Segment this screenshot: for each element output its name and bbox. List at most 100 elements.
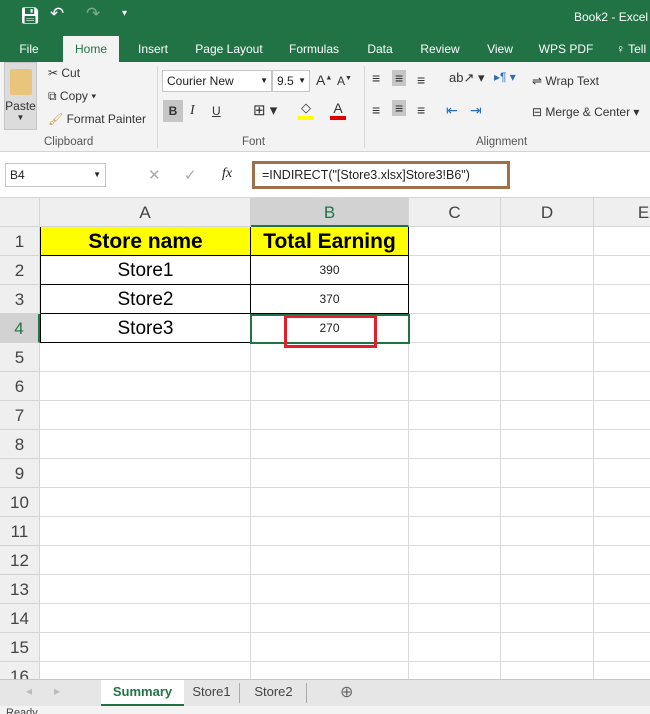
borders-icon[interactable]: ⊞ ▾ [253, 101, 277, 119]
cell[interactable] [40, 343, 251, 372]
cell[interactable] [409, 372, 501, 401]
worksheet-grid[interactable]: A B C D E 1 Store name Total Earning 2 Store… [0, 198, 650, 679]
cell[interactable] [409, 546, 501, 575]
align-right-icon[interactable]: ≡ [417, 102, 425, 118]
decrease-font-icon[interactable]: A▼ [337, 74, 352, 88]
row-header[interactable]: 6 [0, 372, 40, 401]
cell[interactable] [594, 517, 650, 546]
customize-qat-icon[interactable]: ▾ [122, 8, 127, 19]
tab-wps-pdf[interactable]: WPS PDF [534, 36, 598, 62]
cell[interactable] [501, 401, 594, 430]
cell[interactable] [594, 662, 650, 679]
top-align-icon[interactable]: ≡ [372, 70, 380, 86]
cell[interactable] [251, 401, 409, 430]
name-box[interactable]: B4 ▼ [5, 163, 106, 187]
cell[interactable] [501, 604, 594, 633]
tab-tell-me[interactable]: ♀︎ Tell [616, 36, 650, 62]
cell[interactable] [409, 314, 501, 343]
cell[interactable] [501, 662, 594, 679]
cell[interactable] [501, 314, 594, 343]
row-header[interactable]: 4 [0, 314, 40, 343]
cell[interactable] [251, 488, 409, 517]
cell[interactable] [409, 227, 501, 256]
cell[interactable] [501, 372, 594, 401]
undo-icon[interactable]: ↶ [50, 4, 64, 24]
tab-formulas[interactable]: Formulas [282, 36, 346, 62]
increase-indent-icon[interactable]: ⇥ [470, 102, 482, 119]
scroll-left-icon[interactable]: ◂ [26, 684, 32, 698]
cell[interactable] [409, 285, 501, 314]
row-header[interactable]: 7 [0, 401, 40, 430]
tab-insert[interactable]: Insert [130, 36, 176, 62]
cell[interactable] [501, 227, 594, 256]
cell[interactable] [501, 575, 594, 604]
tab-file[interactable]: File [10, 36, 48, 62]
cell[interactable] [251, 459, 409, 488]
cell[interactable] [409, 459, 501, 488]
cell[interactable] [40, 575, 251, 604]
cell[interactable] [40, 372, 251, 401]
formula-input[interactable]: =INDIRECT("[Store3.xlsx]Store3!B6") [252, 161, 510, 189]
cell[interactable] [594, 285, 650, 314]
decrease-indent-icon[interactable]: ⇤ [446, 102, 458, 119]
cell[interactable] [409, 604, 501, 633]
insert-function-icon[interactable]: fx [222, 166, 232, 182]
column-header-a[interactable]: A [40, 198, 251, 227]
cell[interactable] [594, 575, 650, 604]
cell[interactable] [409, 575, 501, 604]
align-left-icon[interactable]: ≡ [372, 102, 380, 118]
cell[interactable] [594, 430, 650, 459]
middle-align-icon[interactable]: ≡ [392, 70, 407, 86]
cell[interactable] [40, 662, 251, 679]
cell[interactable]: 390 [251, 256, 409, 285]
save-icon[interactable]: 💾︎ [20, 6, 40, 26]
cell[interactable]: 370 [251, 285, 409, 314]
row-header[interactable]: 11 [0, 517, 40, 546]
cell[interactable]: Store1 [40, 256, 251, 285]
cell[interactable] [594, 401, 650, 430]
row-header[interactable]: 16 [0, 662, 40, 679]
cut-button[interactable]: ✂ Cut [48, 66, 80, 80]
font-name-select[interactable]: Courier New ▼ [162, 70, 272, 92]
cell[interactable] [40, 488, 251, 517]
cell[interactable] [501, 546, 594, 575]
cell[interactable] [40, 459, 251, 488]
tab-data[interactable]: Data [360, 36, 400, 62]
copy-button[interactable]: ⧉ Copy ▾ [48, 89, 96, 104]
tab-view[interactable]: View [480, 36, 520, 62]
cell[interactable] [40, 401, 251, 430]
cell[interactable] [409, 343, 501, 372]
tab-home[interactable]: Home [63, 36, 119, 62]
tab-page-layout[interactable]: Page Layout [190, 36, 268, 62]
cell[interactable] [409, 430, 501, 459]
cell[interactable] [501, 343, 594, 372]
cell[interactable] [40, 633, 251, 662]
cell[interactable] [594, 314, 650, 343]
cell[interactable] [409, 256, 501, 285]
cell[interactable] [251, 517, 409, 546]
cell[interactable] [409, 517, 501, 546]
font-color-icon[interactable]: A [330, 100, 346, 120]
row-header[interactable]: 1 [0, 227, 40, 256]
row-header[interactable]: 14 [0, 604, 40, 633]
cell[interactable] [501, 256, 594, 285]
cell[interactable] [40, 604, 251, 633]
enter-icon[interactable]: ✓ [184, 166, 197, 184]
format-painter-button[interactable]: 🖌︎ Format Painter [48, 112, 146, 126]
cell[interactable] [594, 633, 650, 662]
cell[interactable] [409, 633, 501, 662]
cell[interactable] [40, 517, 251, 546]
cell[interactable] [251, 662, 409, 679]
align-center-icon[interactable]: ≡ [392, 100, 407, 116]
cell[interactable] [40, 430, 251, 459]
underline-button[interactable]: U [212, 100, 221, 122]
row-header[interactable]: 13 [0, 575, 40, 604]
cell[interactable] [251, 633, 409, 662]
cell[interactable]: Store name [40, 227, 251, 256]
cell[interactable] [594, 256, 650, 285]
cell[interactable] [594, 546, 650, 575]
cell[interactable] [251, 575, 409, 604]
cell[interactable]: Store3 [40, 314, 251, 343]
cell[interactable] [594, 372, 650, 401]
cell[interactable]: Store2 [40, 285, 251, 314]
